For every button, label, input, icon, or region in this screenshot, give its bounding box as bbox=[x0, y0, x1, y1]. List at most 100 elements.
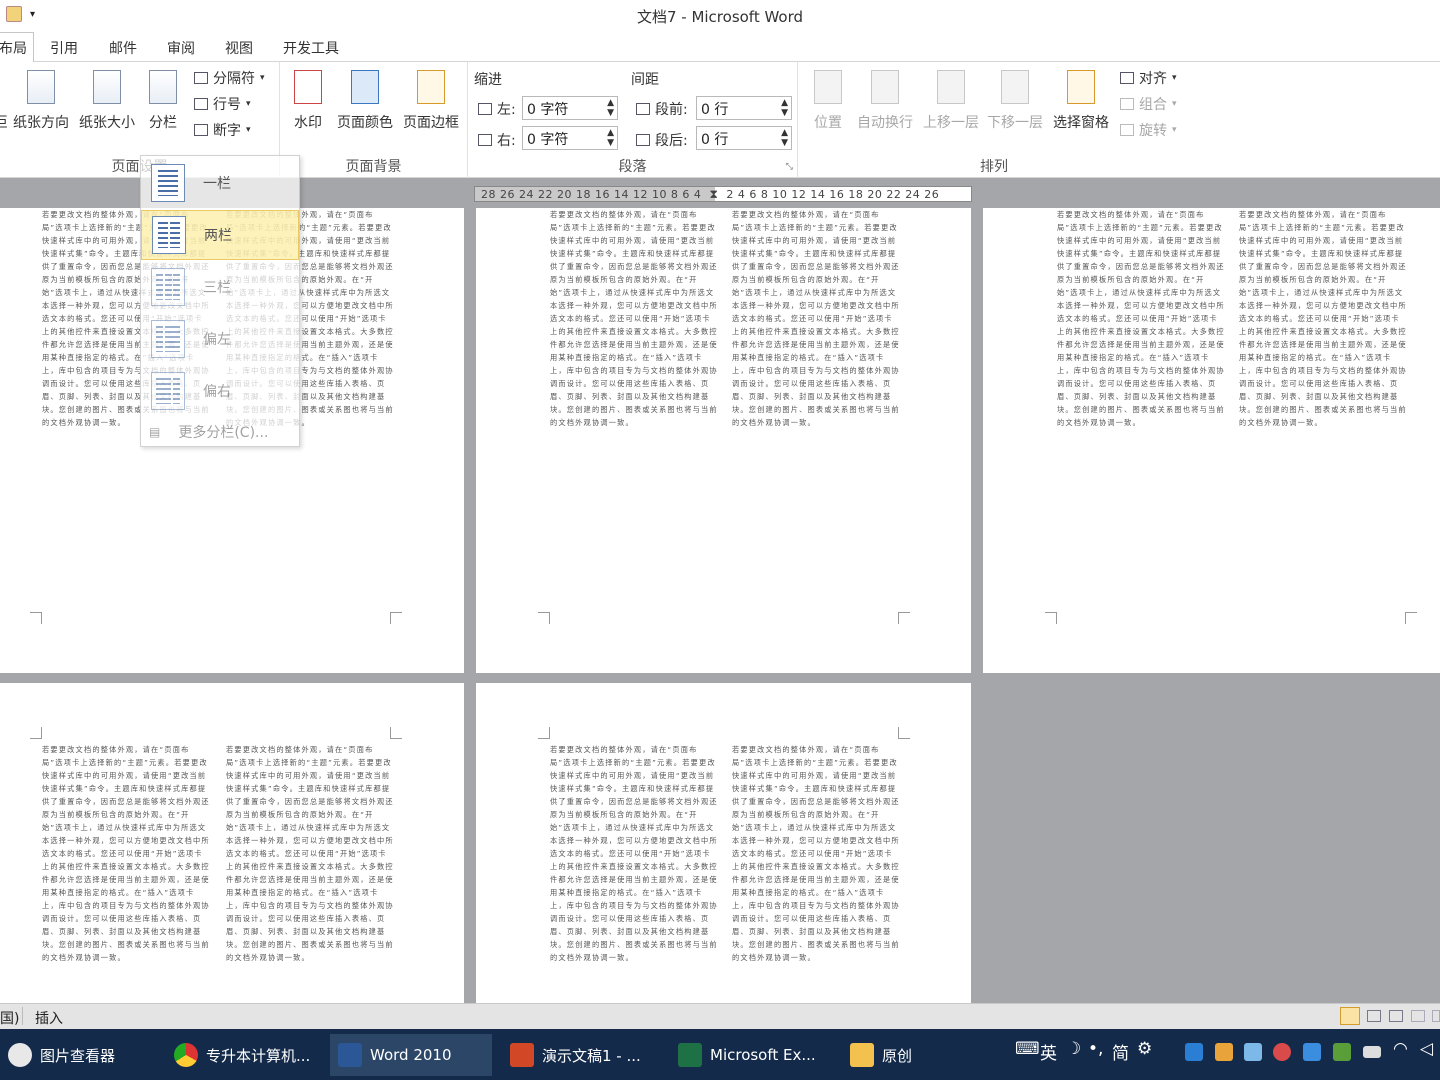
print-layout-icon[interactable] bbox=[1340, 1007, 1360, 1025]
breaks-button[interactable]: 分隔符 ▾ bbox=[194, 68, 265, 88]
window-title: 文档7 - Microsoft Word bbox=[636, 7, 804, 26]
columns-two-item[interactable]: 两栏 bbox=[141, 210, 299, 260]
taskbar-item-chrome[interactable]: 专升本计算机... bbox=[166, 1034, 318, 1076]
wrap-text-icon bbox=[871, 70, 899, 104]
three-columns-icon bbox=[151, 268, 185, 306]
left-column-icon bbox=[151, 320, 185, 358]
orientation-button[interactable]: 纸张方向 bbox=[10, 62, 72, 132]
tab-mailings[interactable]: 邮件 bbox=[109, 38, 137, 58]
margin-mark bbox=[390, 727, 402, 739]
outline-icon[interactable] bbox=[1411, 1010, 1425, 1022]
tray-app-icon[interactable] bbox=[1185, 1043, 1203, 1061]
page-3: 若要更改文档的整体外观，请在“页面布局”选项卡上选择新的“主题”元素。若要更改快… bbox=[983, 208, 1440, 673]
ime-simplified[interactable]: 简 bbox=[1112, 1039, 1129, 1064]
margin-mark bbox=[390, 612, 402, 624]
size-button[interactable]: 纸张大小 bbox=[76, 62, 138, 132]
tab-review[interactable]: 审阅 bbox=[167, 38, 195, 58]
spacing-title: 间距 bbox=[631, 72, 659, 88]
rotate-button[interactable]: 旋转 ▾ bbox=[1120, 120, 1177, 140]
group-button[interactable]: 组合 ▾ bbox=[1120, 94, 1177, 114]
wrap-text-button[interactable]: 自动换行 bbox=[854, 62, 916, 132]
rotate-icon bbox=[1120, 124, 1134, 136]
page-borders-button[interactable]: 页面边框 bbox=[400, 62, 462, 132]
spacing-after-label: 段后: bbox=[636, 130, 688, 150]
page-4: 若要更改文档的整体外观，请在“页面布局”选项卡上选择新的“主题”元素。若要更改快… bbox=[0, 683, 464, 1003]
status-insert-mode[interactable]: 插入 bbox=[35, 1008, 63, 1028]
excel-icon bbox=[678, 1043, 702, 1067]
margin-mark bbox=[538, 727, 550, 739]
taskbar-item-powerpoint[interactable]: 演示文稿1 - ... bbox=[502, 1034, 649, 1076]
page-4-column-2: 若要更改文档的整体外观，请在“页面布局”选项卡上选择新的“主题”元素。若要更改快… bbox=[226, 745, 394, 962]
line-numbers-button[interactable]: 行号 ▾ bbox=[194, 94, 251, 114]
columns-button[interactable]: 分栏 bbox=[143, 62, 183, 132]
more-columns-item[interactable]: ▤ 更多分栏(C)... bbox=[141, 418, 299, 446]
taskbar-item-image-viewer[interactable]: 图片查看器 bbox=[0, 1034, 123, 1076]
qat-dropdown-icon[interactable]: ▾ bbox=[30, 9, 35, 20]
draft-icon[interactable] bbox=[1432, 1010, 1440, 1022]
spacing-before-field[interactable]: 0 行 ▲ ▼ bbox=[696, 96, 792, 120]
tab-references[interactable]: 引用 bbox=[50, 38, 78, 58]
page-2-column-2: 若要更改文档的整体外观，请在“页面布局”选项卡上选择新的“主题”元素。若要更改快… bbox=[732, 210, 900, 427]
full-screen-reading-icon[interactable] bbox=[1367, 1010, 1381, 1022]
ime-language[interactable]: 英 bbox=[1040, 1039, 1057, 1064]
volume-icon[interactable]: ◁ bbox=[1420, 1039, 1433, 1059]
send-backward-icon bbox=[1001, 70, 1029, 104]
selection-pane-button[interactable]: 选择窗格 bbox=[1050, 62, 1112, 132]
wifi-icon[interactable]: ◠ bbox=[1393, 1039, 1408, 1059]
taskbar-item-folder[interactable]: 原创 bbox=[842, 1034, 920, 1076]
tab-layout[interactable]: 布局 bbox=[0, 32, 34, 63]
page-2-column-1: 若要更改文档的整体外观，请在“页面布局”选项卡上选择新的“主题”元素。若要更改快… bbox=[550, 210, 718, 427]
bring-forward-button[interactable]: 上移一层 bbox=[920, 62, 982, 132]
hyphenation-button[interactable]: 断字 ▾ bbox=[194, 120, 251, 140]
margin-mark bbox=[1405, 612, 1417, 624]
punctuation-icon[interactable]: •, bbox=[1088, 1039, 1103, 1059]
indent-right-label: 右: bbox=[478, 130, 516, 150]
moon-icon[interactable]: ☽ bbox=[1066, 1039, 1081, 1059]
page-color-button[interactable]: 页面颜色 bbox=[334, 62, 396, 132]
web-layout-icon[interactable] bbox=[1389, 1010, 1403, 1022]
margin-mark bbox=[538, 612, 550, 624]
battery-icon[interactable] bbox=[1363, 1046, 1381, 1058]
right-column-icon bbox=[151, 372, 185, 410]
status-language[interactable]: 国) bbox=[0, 1008, 19, 1028]
keyboard-icon[interactable]: ⌨ bbox=[1015, 1039, 1040, 1059]
page-3-column-1: 若要更改文档的整体外观，请在“页面布局”选项卡上选择新的“主题”元素。若要更改快… bbox=[1057, 210, 1225, 427]
send-backward-button[interactable]: 下移一层 bbox=[984, 62, 1046, 132]
columns-left-item[interactable]: 偏左 bbox=[141, 314, 299, 364]
more-columns-icon: ▤ bbox=[149, 425, 161, 439]
horizontal-ruler[interactable]: 28 26 24 22 20 18 16 14 12 10 8 6 4 ⧗ 2 … bbox=[474, 186, 972, 202]
tray-graphics-icon[interactable] bbox=[1333, 1043, 1351, 1061]
one-column-icon bbox=[151, 164, 185, 202]
margins-button[interactable]: 巨 bbox=[0, 62, 8, 132]
columns-three-item[interactable]: 三栏 bbox=[141, 262, 299, 312]
taskbar: 图片查看器 专升本计算机... Word 2010 演示文稿1 - ... Mi… bbox=[0, 1029, 1440, 1080]
taskbar-item-excel[interactable]: Microsoft Ex... bbox=[670, 1034, 824, 1076]
taskbar-item-word[interactable]: Word 2010 bbox=[330, 1034, 492, 1076]
paragraph-label: 段落 bbox=[618, 159, 647, 175]
settings-icon[interactable]: ⚙ bbox=[1137, 1039, 1152, 1059]
indent-marker-icon[interactable]: ⧗ bbox=[709, 187, 718, 201]
tray-shield-icon[interactable] bbox=[1303, 1043, 1321, 1061]
tab-developer[interactable]: 开发工具 bbox=[283, 38, 339, 58]
page-background-group: 水印 页面颜色 页面边框 页面背景 bbox=[280, 62, 468, 178]
tray-chat-icon[interactable] bbox=[1244, 1043, 1262, 1061]
tab-view[interactable]: 视图 bbox=[225, 38, 253, 58]
indent-left-field[interactable]: 0 字符 ▲ ▼ bbox=[522, 96, 618, 120]
columns-one-item[interactable]: 一栏 bbox=[141, 158, 299, 208]
two-columns-icon bbox=[152, 216, 186, 254]
hyphenation-icon bbox=[194, 124, 208, 136]
indent-left-label: 左: bbox=[478, 99, 516, 119]
indent-right-field[interactable]: 0 字符 ▲ ▼ bbox=[522, 126, 618, 150]
paragraph-dialog-launcher-icon[interactable]: ⤡ bbox=[786, 162, 793, 172]
align-button[interactable]: 对齐 ▾ bbox=[1120, 68, 1177, 88]
columns-right-item[interactable]: 偏右 bbox=[141, 366, 299, 416]
tray-app-icon[interactable] bbox=[1273, 1043, 1291, 1061]
position-icon bbox=[814, 70, 842, 104]
spacing-after-field[interactable]: 0 行 ▲ ▼ bbox=[696, 126, 792, 150]
position-button[interactable]: 位置 bbox=[808, 62, 848, 132]
page-background-label: 页面背景 bbox=[345, 159, 402, 175]
tray-app-icon[interactable] bbox=[1215, 1043, 1233, 1061]
page-3-column-2: 若要更改文档的整体外观，请在“页面布局”选项卡上选择新的“主题”元素。若要更改快… bbox=[1239, 210, 1407, 427]
watermark-button[interactable]: 水印 bbox=[288, 62, 328, 132]
folder-icon[interactable] bbox=[6, 6, 22, 22]
